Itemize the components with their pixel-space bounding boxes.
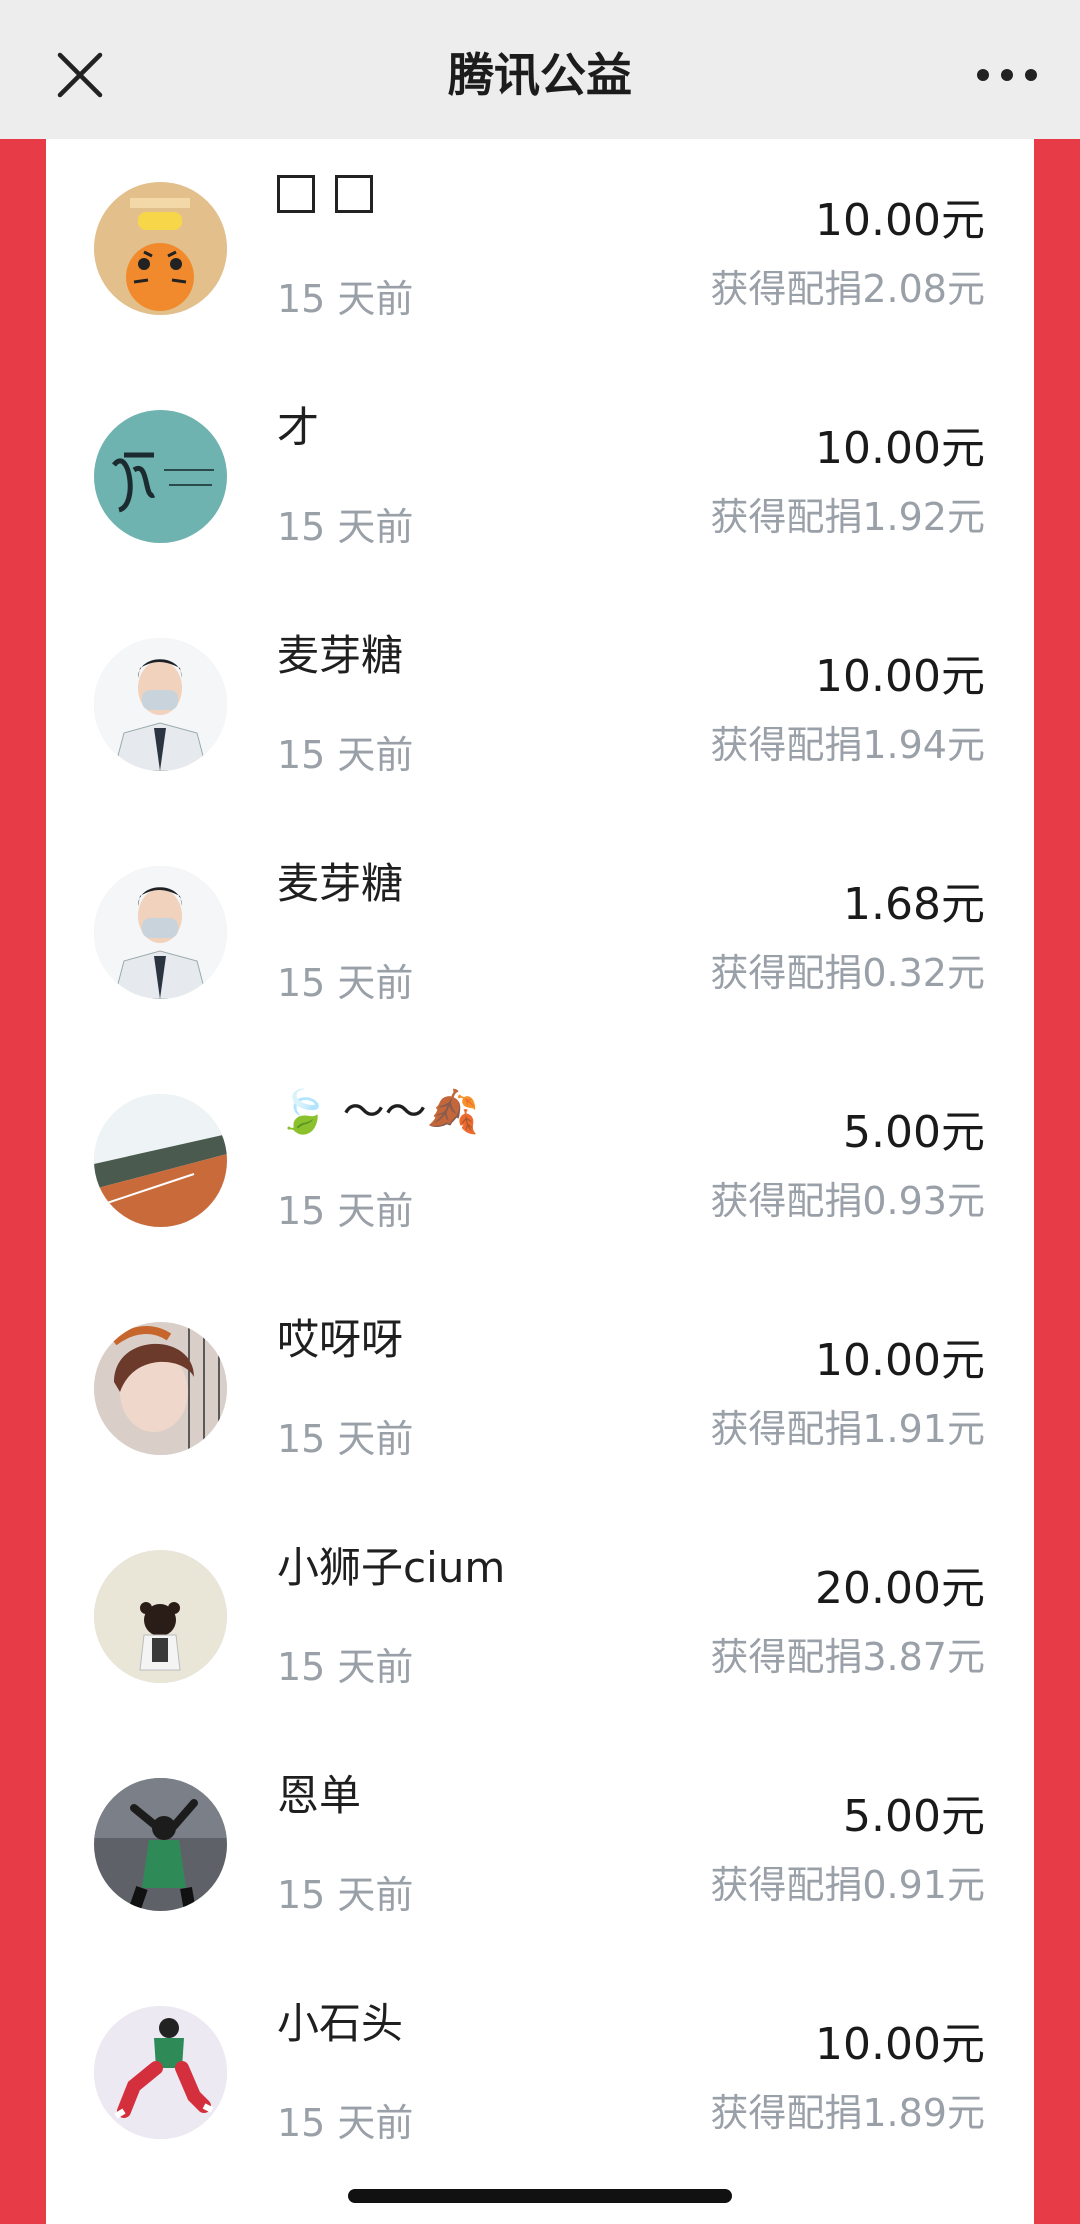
matched-donation: 获得配捐1.89元	[710, 2091, 985, 2135]
matched-donation: 获得配捐0.93元	[710, 1179, 985, 1223]
donation-amount: 10.00元	[815, 423, 985, 474]
girl-avatar	[94, 1322, 227, 1455]
donation-amount: 5.00元	[843, 1791, 985, 1842]
donor-name: 麦芽糖	[277, 859, 404, 908]
list-item[interactable]: 小石头 15 天前 10.00元 获得配捐1.89元	[46, 1963, 1034, 2191]
more-dots-icon[interactable]	[972, 55, 1042, 95]
donation-amount: 20.00元	[815, 1563, 985, 1614]
matched-donation: 获得配捐0.32元	[710, 951, 985, 995]
donation-amount: 10.00元	[815, 195, 985, 246]
list-item[interactable]: 才 15 天前 10.00元 获得配捐1.92元	[46, 367, 1034, 595]
donor-name: 小石头	[277, 1999, 404, 2048]
doctor-avatar	[94, 866, 227, 999]
landscape-avatar	[94, 1094, 227, 1227]
matched-donation: 获得配捐1.92元	[710, 495, 985, 539]
donation-time: 15 天前	[277, 277, 414, 321]
matched-donation: 获得配捐3.87元	[710, 1635, 985, 1679]
list-item[interactable]: 麦芽糖 15 天前 1.68元 获得配捐0.32元	[46, 823, 1034, 1051]
doctor-avatar	[94, 638, 227, 771]
child-avatar	[94, 1550, 227, 1683]
donation-list: 15 天前 10.00元 获得配捐2.08元 才 15 天前 10.00元 获得…	[46, 139, 1034, 2224]
list-item[interactable]: 哎呀呀 15 天前 10.00元 获得配捐1.91元	[46, 1279, 1034, 1507]
list-item[interactable]: 小狮子cium 15 天前 20.00元 获得配捐3.87元	[46, 1507, 1034, 1735]
top-bar: 腾讯公益	[0, 0, 1080, 139]
donation-time: 15 天前	[277, 1189, 414, 1233]
donation-amount: 10.00元	[815, 1335, 985, 1386]
home-indicator[interactable]	[348, 2189, 732, 2203]
donation-time: 15 天前	[277, 1417, 414, 1461]
donor-name	[277, 166, 393, 215]
list-item[interactable]: 🍃 ～～🍂 15 天前 5.00元 获得配捐0.93元	[46, 1051, 1034, 1279]
donation-time: 15 天前	[277, 733, 414, 777]
donor-name: 恩单	[277, 1771, 362, 1820]
matched-donation: 获得配捐0.91元	[710, 1863, 985, 1907]
close-icon[interactable]	[55, 50, 105, 100]
donation-amount: 10.00元	[815, 651, 985, 702]
matched-donation: 获得配捐2.08元	[710, 267, 985, 311]
matched-donation: 获得配捐1.94元	[710, 723, 985, 767]
donor-name: 麦芽糖	[277, 631, 404, 680]
donation-amount: 5.00元	[843, 1107, 985, 1158]
page-title: 腾讯公益	[448, 48, 632, 102]
donation-time: 15 天前	[277, 1645, 414, 1689]
donor-name: 🍃 ～～🍂	[277, 1087, 479, 1136]
list-item[interactable]: 恩单 15 天前 5.00元 获得配捐0.91元	[46, 1735, 1034, 1963]
matched-donation: 获得配捐1.91元	[710, 1407, 985, 1451]
tiger-avatar	[94, 182, 227, 315]
list-item[interactable]: 麦芽糖 15 天前 10.00元 获得配捐1.94元	[46, 595, 1034, 823]
donation-amount: 1.68元	[843, 879, 985, 930]
donor-name: 才	[277, 403, 320, 452]
donation-time: 15 天前	[277, 1873, 414, 1917]
donation-time: 15 天前	[277, 505, 414, 549]
jumper-avatar	[94, 2006, 227, 2139]
donation-time: 15 天前	[277, 2101, 414, 2145]
donor-name: 小狮子cium	[277, 1543, 506, 1592]
donation-time: 15 天前	[277, 961, 414, 1005]
donor-name: 哎呀呀	[277, 1315, 404, 1364]
donation-amount: 10.00元	[815, 2019, 985, 2070]
calligraphy-avatar	[94, 410, 227, 543]
dancer-avatar	[94, 1778, 227, 1911]
list-item[interactable]: 15 天前 10.00元 获得配捐2.08元	[46, 139, 1034, 367]
